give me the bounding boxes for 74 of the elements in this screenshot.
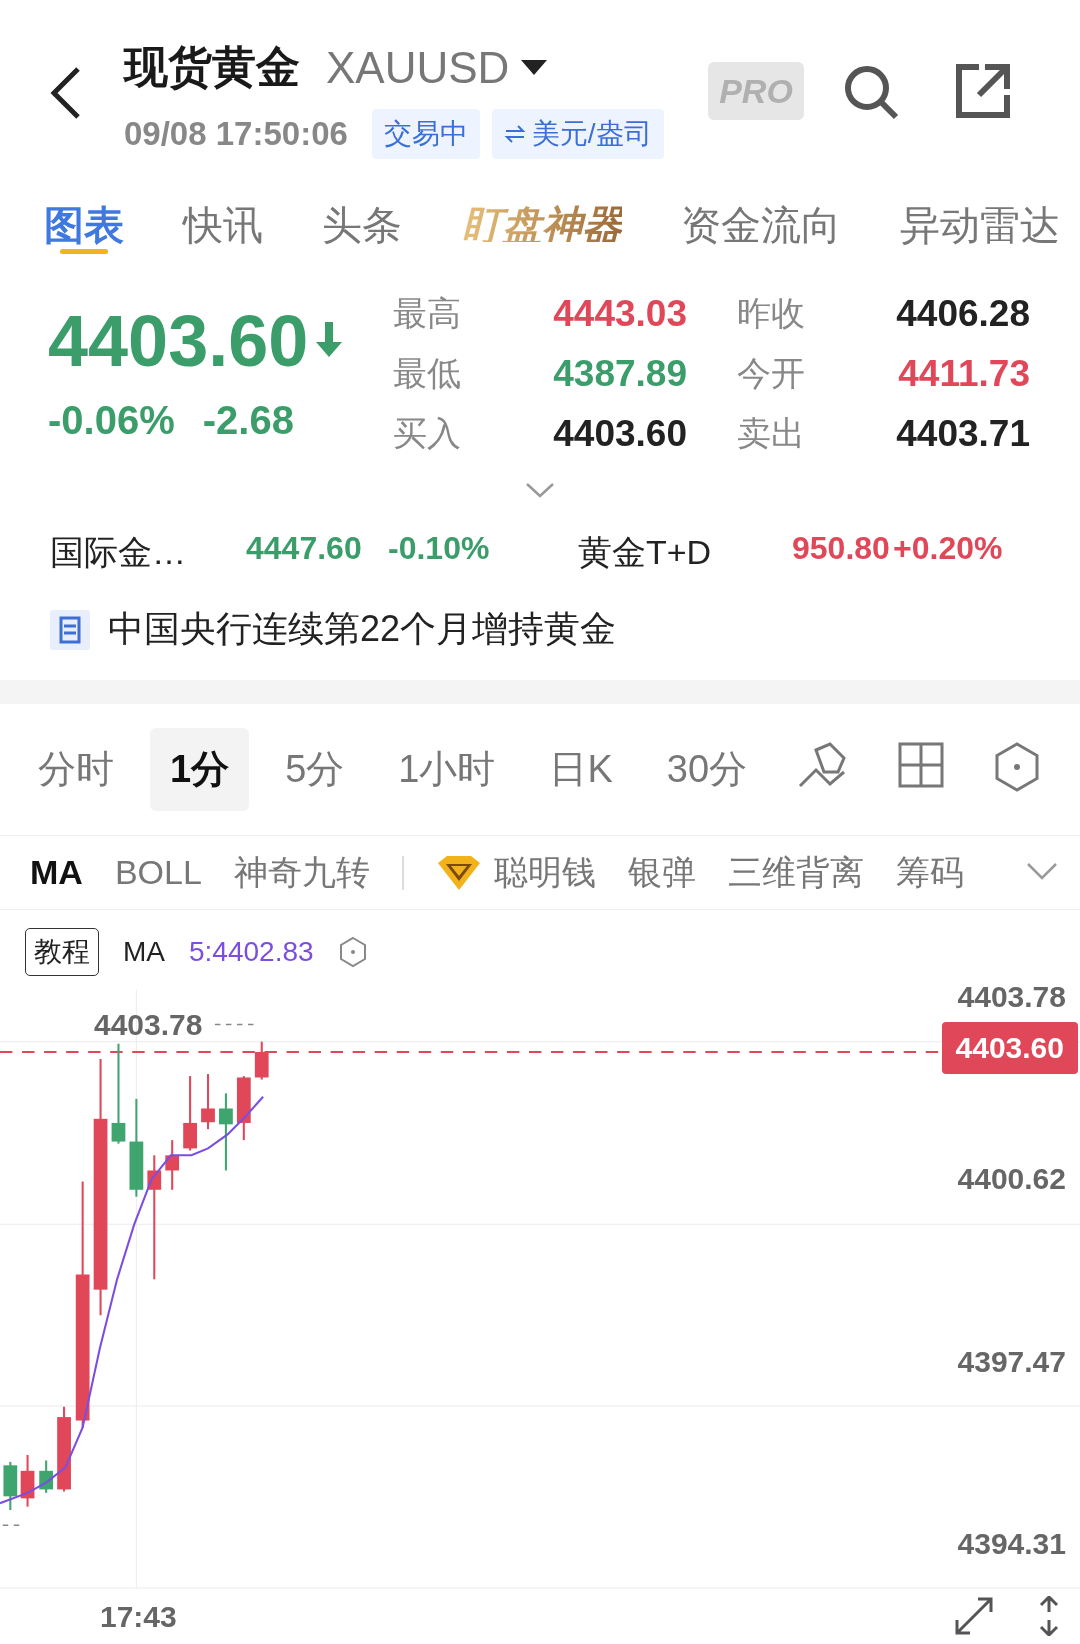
indicator-tab[interactable]: BOLL xyxy=(114,853,202,892)
period-tab[interactable]: 分时 xyxy=(20,728,132,811)
fullscreen-icon[interactable] xyxy=(954,1596,994,1636)
period-tab[interactable]: 1小时 xyxy=(380,728,514,811)
related-change: +0.20% xyxy=(893,530,1003,567)
candlestick xyxy=(201,1074,215,1130)
period-tab[interactable]: 1分 xyxy=(150,728,250,811)
stat-value: 4403.71 xyxy=(895,412,1030,456)
up-down-arrows-icon[interactable] xyxy=(1038,1596,1060,1636)
indicator-tab[interactable]: 筹码 xyxy=(895,849,964,896)
time-axis-label: 17:43 xyxy=(100,1600,177,1634)
related-price: 4447.60 xyxy=(246,530,362,567)
tutorial-button[interactable]: 教程 xyxy=(25,928,99,976)
candlestick xyxy=(39,1460,54,1493)
quote-time: 09/08 17:50:06 xyxy=(124,115,348,153)
indicator-tab[interactable]: 神奇九转 xyxy=(233,849,370,896)
stat-value: 4403.60 xyxy=(552,412,687,456)
related-name[interactable]: 国际金… xyxy=(50,530,186,576)
stat-label: 买入 xyxy=(393,413,462,454)
price-axis-label: 4400.62 xyxy=(957,1162,1066,1197)
candlestick xyxy=(3,1461,18,1511)
caret-icon[interactable] xyxy=(521,59,548,76)
news-headline[interactable]: 中国央行连续第22个月增持黄金 xyxy=(108,605,617,654)
grid-icon[interactable] xyxy=(898,742,944,788)
ma-legend-label: MA xyxy=(123,936,165,968)
back-button[interactable] xyxy=(50,66,82,120)
settings-icon[interactable] xyxy=(337,936,368,968)
settings-icon[interactable] xyxy=(994,742,1040,792)
down-arrow-icon xyxy=(314,322,344,358)
related-price: 950.80 xyxy=(792,530,890,567)
change-amount: -2.68 xyxy=(202,398,294,443)
stat-value: 4411.73 xyxy=(897,352,1030,396)
tag-text: 交易中 xyxy=(383,117,468,151)
related-name[interactable]: 黄金T+D xyxy=(578,530,712,576)
indicator-tab[interactable]: 三维背离 xyxy=(727,849,864,896)
indicator-tab[interactable]: MA xyxy=(30,853,83,892)
ma-value: 5:4402.83 xyxy=(189,936,314,968)
related-change: -0.10% xyxy=(388,530,490,567)
instrument-title: 现货黄金 xyxy=(124,41,300,93)
price-axis-label: 4403.78 xyxy=(957,979,1066,1014)
candlestick xyxy=(236,1076,251,1141)
stat-label: 卖出 xyxy=(737,413,806,454)
swap-icon xyxy=(503,124,526,144)
price-axis-label: 4394.31 xyxy=(957,1527,1066,1562)
diamond-icon xyxy=(435,854,482,891)
price-axis-label: 4397.47 xyxy=(957,1344,1066,1379)
last-price: 4403.60 xyxy=(48,300,309,382)
period-tab[interactable]: 5分 xyxy=(267,728,363,811)
stat-label: 最高 xyxy=(393,293,462,334)
search-icon[interactable] xyxy=(842,63,900,121)
period-tab[interactable]: 30分 xyxy=(648,728,766,811)
candlestick xyxy=(20,1455,35,1507)
stat-value: 4387.89 xyxy=(552,352,687,396)
change-percent: -0.06% xyxy=(48,398,175,443)
last-price-tag: 4403.60 xyxy=(941,1022,1078,1074)
candlestick xyxy=(254,1041,269,1080)
candlestick xyxy=(165,1140,180,1190)
document-icon xyxy=(50,609,90,650)
chevron-down-icon[interactable] xyxy=(1026,862,1058,880)
indicator-tab[interactable]: 银弹 xyxy=(627,849,696,896)
high-marker-label: 4403.78 xyxy=(94,1008,203,1042)
expand-chevron-icon[interactable] xyxy=(525,482,555,498)
tab-indicator xyxy=(60,249,108,254)
share-icon[interactable] xyxy=(955,63,1011,119)
stat-label: 今开 xyxy=(737,353,806,394)
tag-text: 美元/盎司 xyxy=(531,117,652,151)
stat-label: 最低 xyxy=(393,353,462,394)
period-tab[interactable]: 日K xyxy=(531,728,631,811)
stat-label: 昨收 xyxy=(737,293,806,334)
tab[interactable]: 头条 xyxy=(322,160,403,242)
stat-value: 4406.28 xyxy=(895,292,1030,336)
instrument-symbol: XAUUSD xyxy=(326,42,510,93)
indicator-tab[interactable]: 聪明钱 xyxy=(435,849,596,896)
stat-value: 4443.03 xyxy=(552,292,687,336)
